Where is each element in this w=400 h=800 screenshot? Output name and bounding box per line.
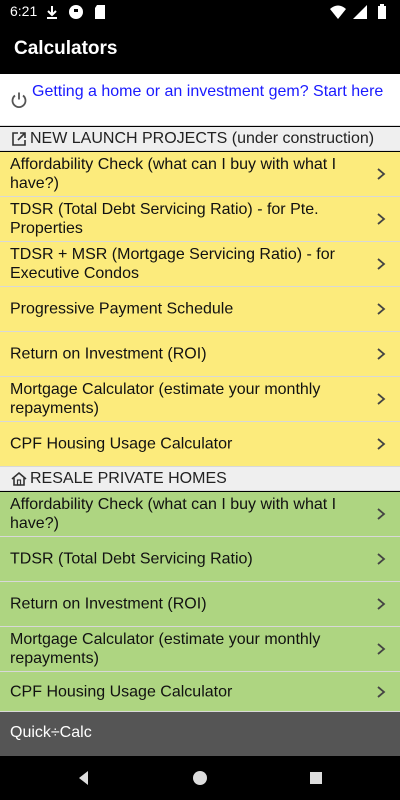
section-header-label: NEW LAUNCH PROJECTS (under construction) bbox=[30, 130, 375, 147]
section-header-new-launch: NEW LAUNCH PROJECTS (under construction) bbox=[0, 127, 400, 151]
house-icon bbox=[11, 471, 27, 486]
list-item-label: Return on Investment (ROI) bbox=[10, 345, 207, 363]
back-icon[interactable] bbox=[74, 768, 94, 788]
sd-card-icon bbox=[95, 5, 105, 19]
download-icon bbox=[47, 6, 57, 19]
list-item-new-affordability[interactable]: Affordability Check (what can I buy with… bbox=[0, 152, 400, 197]
quick-calc-label: Quick÷Calc bbox=[10, 724, 92, 741]
chevron-right-icon bbox=[377, 393, 386, 405]
section-header-label: RESALE PRIVATE HOMES bbox=[30, 470, 227, 487]
status-notification-icons bbox=[44, 4, 108, 20]
status-bar: 6:21 bbox=[0, 0, 400, 24]
chevron-right-icon bbox=[377, 168, 386, 180]
list-item-resale-affordability[interactable]: Affordability Check (what can I buy with… bbox=[0, 492, 400, 537]
list-item-label: TDSR (Total Debt Servicing Ratio) bbox=[10, 550, 253, 568]
battery-icon bbox=[378, 4, 386, 19]
chevron-right-icon bbox=[377, 303, 386, 315]
home-icon[interactable] bbox=[190, 768, 210, 788]
app-bar: Calculators bbox=[0, 24, 400, 74]
list-item-resale-cpf[interactable]: CPF Housing Usage Calculator bbox=[0, 672, 400, 712]
list-item-label: Affordability Check (what can I buy with… bbox=[10, 156, 337, 192]
chevron-right-icon bbox=[377, 685, 386, 698]
list-item-label: TDSR (Total Debt Servicing Ratio) - for … bbox=[10, 201, 319, 237]
chevron-right-icon bbox=[377, 643, 386, 655]
list-item-label: CPF Housing Usage Calculator bbox=[10, 435, 233, 453]
status-system-icons bbox=[330, 4, 390, 20]
chevron-right-icon bbox=[377, 508, 386, 520]
chevron-right-icon bbox=[377, 598, 386, 610]
app-notification-icon bbox=[69, 5, 83, 19]
signal-icon bbox=[353, 5, 367, 19]
list-item-new-progressive-payment[interactable]: Progressive Payment Schedule bbox=[0, 287, 400, 332]
chevron-right-icon bbox=[377, 553, 386, 565]
chevron-right-icon bbox=[377, 258, 386, 270]
chevron-right-icon bbox=[377, 213, 386, 225]
list-item-new-cpf[interactable]: CPF Housing Usage Calculator bbox=[0, 422, 400, 467]
quick-calc-button[interactable]: Quick÷Calc bbox=[0, 712, 400, 756]
status-time: 6:21 bbox=[10, 3, 38, 19]
section-header-resale: RESALE PRIVATE HOMES bbox=[0, 467, 400, 491]
list-item-label: CPF Housing Usage Calculator bbox=[10, 683, 233, 700]
system-nav-bar bbox=[0, 756, 400, 800]
page-title: Calculators bbox=[14, 38, 118, 59]
list-item-label: TDSR + MSR (Mortgage Servicing Ratio) - … bbox=[10, 246, 335, 282]
list-item-new-roi[interactable]: Return on Investment (ROI) bbox=[0, 332, 400, 377]
list-item-label: Progressive Payment Schedule bbox=[10, 300, 234, 318]
list-item-resale-roi[interactable]: Return on Investment (ROI) bbox=[0, 582, 400, 627]
list-item-label: Mortgage Calculator (estimate your month… bbox=[10, 631, 321, 667]
list-item-new-tdsr-msr[interactable]: TDSR + MSR (Mortgage Servicing Ratio) - … bbox=[0, 242, 400, 287]
list-item-new-mortgage[interactable]: Mortgage Calculator (estimate your month… bbox=[0, 377, 400, 422]
promo-text[interactable]: Getting a home or an investment gem? Sta… bbox=[32, 82, 392, 101]
list-item-new-tdsr[interactable]: TDSR (Total Debt Servicing Ratio) - for … bbox=[0, 197, 400, 242]
list-item-resale-mortgage[interactable]: Mortgage Calculator (estimate your month… bbox=[0, 627, 400, 672]
list-item-resale-tdsr[interactable]: TDSR (Total Debt Servicing Ratio) bbox=[0, 537, 400, 582]
wifi-icon bbox=[330, 5, 346, 19]
list-item-label: Return on Investment (ROI) bbox=[10, 595, 207, 613]
promo-link[interactable]: Getting a home or an investment gem? Sta… bbox=[0, 74, 400, 126]
chevron-right-icon bbox=[377, 438, 386, 450]
open-external-icon bbox=[12, 132, 26, 146]
recents-icon[interactable] bbox=[306, 768, 326, 788]
chevron-right-icon bbox=[377, 348, 386, 360]
power-icon bbox=[11, 92, 27, 109]
list-item-label: Affordability Check (what can I buy with… bbox=[10, 496, 337, 532]
list-item-label: Mortgage Calculator (estimate your month… bbox=[10, 381, 321, 417]
